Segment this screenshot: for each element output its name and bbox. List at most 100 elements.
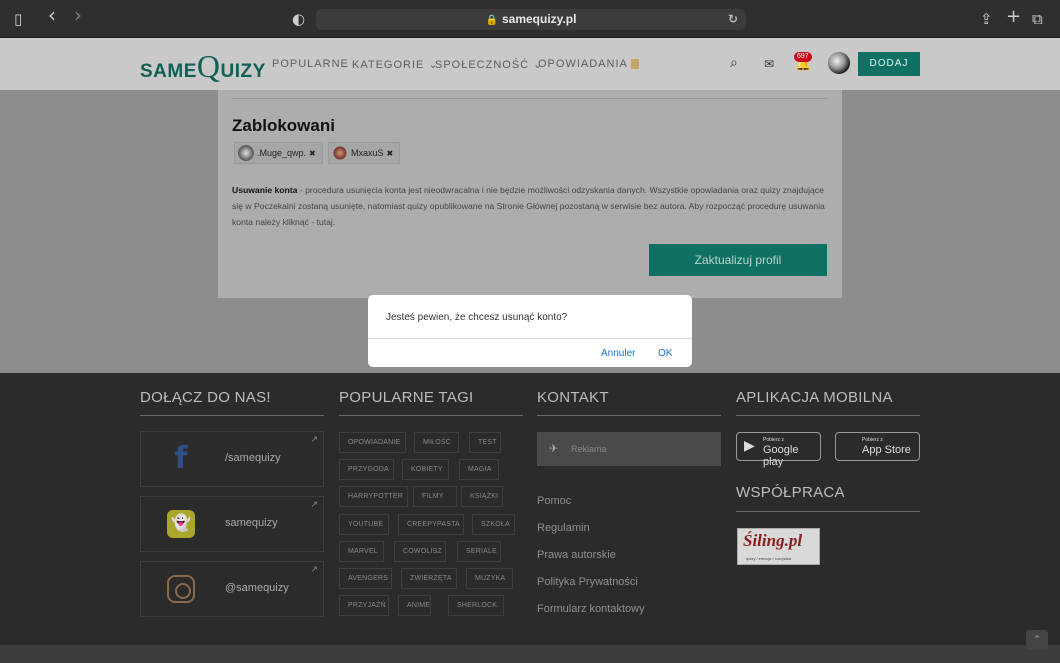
instagram-handle: @samequizy	[225, 582, 289, 594]
divider	[339, 415, 523, 416]
user-avatar[interactable]	[828, 52, 850, 74]
tag-link[interactable]: ANIME	[398, 595, 431, 617]
tag-link[interactable]: MARVEL	[339, 540, 384, 562]
partner-logo-text: Śiling.pl	[743, 531, 803, 550]
tag-link[interactable]: ZWIERZĘTA	[401, 568, 457, 589]
facebook-handle: /samequizy	[225, 452, 281, 464]
mail-icon[interactable]: ✉	[764, 57, 774, 71]
tag-link[interactable]: KOBIETY	[402, 459, 449, 481]
footer-bottom-strip	[0, 645, 1060, 663]
tab-overview-icon[interactable]: ⧉	[1032, 10, 1043, 28]
user-avatar-icon	[332, 145, 348, 161]
terms-link[interactable]: Regulamin	[537, 522, 590, 534]
nav-spolecznosc[interactable]: SPOŁECZNOŚĆ ⌄	[435, 58, 543, 71]
reload-icon[interactable]: ↻	[728, 9, 738, 30]
partner-logo[interactable]: Śiling.pl quizy / emocje / rozrywka	[737, 528, 820, 565]
tag-link[interactable]: TEST	[469, 432, 501, 453]
remove-icon[interactable]: ✖	[309, 149, 316, 158]
dialog-divider	[368, 338, 692, 339]
apple-big-text: App Store	[862, 444, 911, 456]
blocked-user-chip: MxaxuS ✖	[328, 142, 401, 164]
privacy-link[interactable]: Polityka Prywatności	[537, 576, 638, 588]
scroll-to-top-button[interactable]: ⌃	[1026, 630, 1048, 650]
google-play-badge[interactable]: ▶ Pobierz z Google play	[736, 432, 821, 468]
nav-opowiadania-label: OPOWIADANIA	[538, 58, 628, 70]
tag-link[interactable]: AVENGERS	[339, 568, 392, 589]
blocked-user-name: MxaxuS	[351, 148, 384, 158]
tag-link[interactable]: SHERLOCK	[448, 595, 504, 617]
search-icon[interactable]: ⌕	[730, 55, 738, 71]
nav-opowiadania[interactable]: OPOWIADANIA	[538, 58, 639, 70]
logo-same: SAME	[140, 61, 197, 82]
mobile-app-title: APLIKACJA MOBILNA	[736, 389, 893, 406]
dialog-message: Jesteś pewien, że chcesz usunąć konto?	[386, 312, 568, 323]
url-text: samequizy.pl	[501, 12, 577, 26]
site-footer: DOŁĄCZ DO NAS! ↗ f /samequizy ↗ 👻 samequ…	[0, 373, 1060, 645]
add-button[interactable]: DODAJ	[858, 52, 920, 76]
lock-icon: 🔒	[485, 15, 498, 26]
contact-form-link[interactable]: Formularz kontaktowy	[537, 603, 645, 615]
tag-link[interactable]: FILMY	[413, 486, 457, 508]
forward-icon[interactable]: ›	[74, 5, 82, 25]
blocked-user-chip: .Muge_qwp. ✖	[234, 142, 323, 164]
google-big-text: Google play	[763, 444, 799, 468]
back-icon[interactable]: ‹	[48, 5, 56, 25]
tag-link[interactable]: MIŁOŚĆ	[414, 432, 459, 453]
divider	[140, 415, 324, 416]
cancel-button[interactable]: Annuler	[601, 348, 635, 359]
external-link-icon: ↗	[310, 500, 318, 510]
blocked-title: Zablokowani	[232, 116, 335, 135]
instagram-link[interactable]: ↗ @samequizy	[140, 561, 324, 617]
google-small-text: Pobierz z	[763, 437, 784, 443]
facebook-link[interactable]: ↗ f /samequizy	[140, 431, 324, 487]
privacy-shield-icon[interactable]: ◐	[292, 10, 305, 28]
nav-kategorie[interactable]: KATEGORIE ⌄	[352, 58, 439, 71]
tag-link[interactable]: KSIĄŻKI	[461, 486, 503, 508]
advertising-link[interactable]: ✈ Reklama	[537, 432, 721, 466]
site-logo[interactable]: SAMEQUIZY	[140, 48, 266, 85]
tag-link[interactable]: CREEPYPASTA	[398, 513, 464, 535]
divider	[736, 415, 920, 416]
apple-small-text: Pobierz z	[862, 437, 883, 443]
tag-link[interactable]: OPOWIADANIE	[339, 432, 406, 453]
facebook-icon: f	[174, 441, 188, 476]
address-bar[interactable]: 🔒 samequizy.pl ↻	[316, 9, 746, 30]
cooperation-title: WSPÓŁPRACA	[736, 484, 845, 501]
sidebar-toggle-icon[interactable]: ▯	[14, 10, 22, 28]
tag-link[interactable]: SERIALE	[457, 540, 501, 562]
blocked-user-name: .Muge_qwp.	[257, 148, 307, 158]
notification-badge: 697	[794, 52, 812, 62]
remove-icon[interactable]: ✖	[387, 149, 394, 158]
nav-popularne[interactable]: POPULARNE	[272, 58, 349, 70]
google-play-icon: ▶	[744, 438, 755, 454]
external-link-icon: ↗	[310, 435, 318, 445]
tag-link[interactable]: PRZYJAŹŃ	[339, 595, 389, 617]
tag-link[interactable]: MUZYKA	[466, 568, 513, 589]
new-tab-icon[interactable]: +	[1006, 8, 1021, 26]
divider	[232, 98, 828, 99]
help-link[interactable]: Pomoc	[537, 495, 571, 507]
app-store-badge[interactable]: Pobierz z App Store	[835, 432, 920, 461]
profile-settings-card: Zablokowani .Muge_qwp. ✖ MxaxuS ✖ Usuwanie…	[218, 90, 842, 298]
divider	[537, 415, 721, 416]
partner-tagline: quizy / emocje / rozrywka	[746, 556, 791, 561]
tag-link[interactable]: PRZYGODA	[339, 459, 394, 481]
share-icon[interactable]: ⇪	[980, 10, 993, 28]
update-profile-button[interactable]: Zaktualizuj profil	[649, 244, 827, 276]
tags-title: POPULARNE TAGI	[339, 389, 474, 406]
confirm-dialog: Jesteś pewien, że chcesz usunąć konto? A…	[368, 295, 692, 367]
copyright-link[interactable]: Prawa autorskie	[537, 549, 616, 561]
tag-link[interactable]: SZKOŁA	[472, 513, 515, 535]
snapchat-handle: samequizy	[225, 517, 278, 529]
delete-account-text: - procedura usunięcia konta jest nieodwr…	[232, 185, 825, 227]
tag-link[interactable]: HARRYPOTTER	[339, 486, 408, 508]
logo-q: Q	[196, 48, 221, 84]
external-link-icon: ↗	[310, 565, 318, 575]
tag-link[interactable]: MAGIA	[459, 459, 499, 481]
tag-link[interactable]: COWOLISZ	[394, 540, 446, 562]
ok-button[interactable]: OK	[658, 348, 672, 359]
tag-link[interactable]: YOUTUBE	[339, 513, 389, 535]
advertising-label: Reklama	[571, 444, 607, 454]
join-title: DOŁĄCZ DO NAS!	[140, 389, 271, 406]
snapchat-link[interactable]: ↗ 👻 samequizy	[140, 496, 324, 552]
